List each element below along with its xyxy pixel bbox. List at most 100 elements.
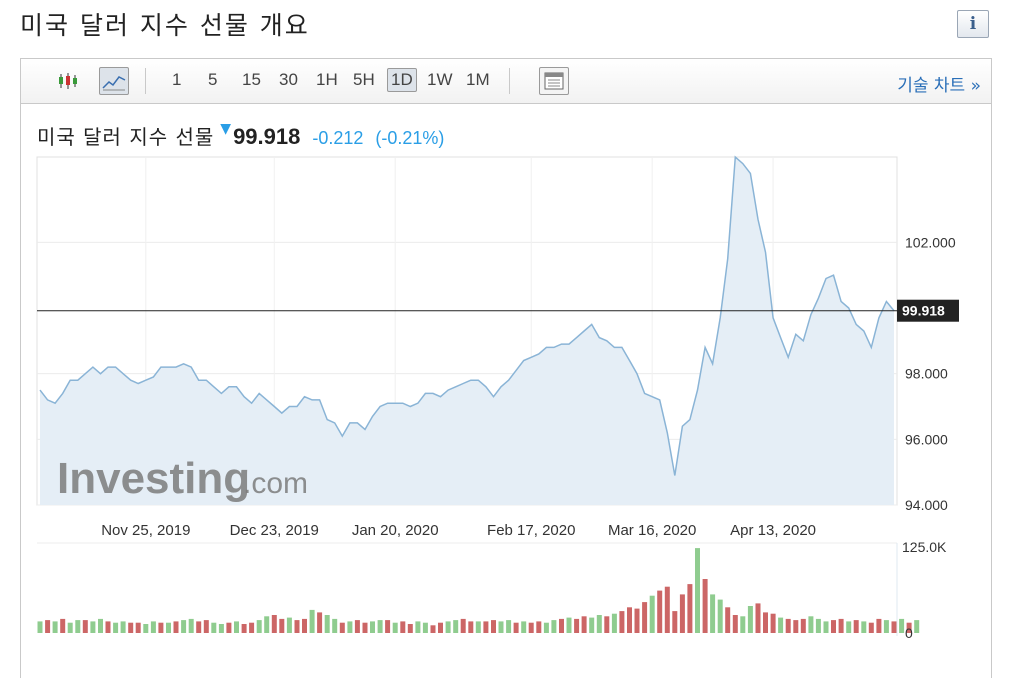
- instrument-name: 미국 달러 지수 선물: [37, 125, 215, 149]
- volume-bar: [98, 618, 103, 633]
- technical-chart-link[interactable]: 기술 차트 »: [897, 71, 981, 96]
- volume-bar: [747, 606, 753, 633]
- volume-bar: [264, 616, 270, 633]
- interval-1d[interactable]: 1D: [387, 68, 417, 92]
- interval-1h[interactable]: 1H: [313, 70, 341, 90]
- interval-30[interactable]: 30: [276, 70, 301, 90]
- volume-bar: [770, 613, 776, 633]
- layout-icon[interactable]: [539, 67, 569, 95]
- volume-bar: [128, 622, 134, 633]
- price-change: -0.212: [312, 128, 364, 148]
- volume-bar: [672, 611, 678, 633]
- interval-1[interactable]: 1: [169, 70, 184, 90]
- volume-bar: [135, 622, 141, 633]
- chart-panel: 1 5 15 30 1H 5H 1D 1W 1M 기술 차트 » 미국 달러 지…: [20, 58, 992, 678]
- page-title: 미국 달러 지수 선물 개요: [20, 11, 310, 40]
- volume-bar: [415, 621, 421, 633]
- current-price-label: 99.918: [902, 303, 945, 319]
- x-tick-label: Nov 25, 2019: [101, 522, 190, 539]
- volume-bar: [445, 621, 451, 633]
- volume-bar: [392, 622, 398, 633]
- volume-bar: [649, 595, 655, 633]
- volume-bar: [732, 615, 738, 633]
- volume-bar: [324, 615, 330, 633]
- interval-5h[interactable]: 5H: [350, 70, 378, 90]
- volume-tick-label: 125.0K: [902, 539, 947, 555]
- candlestick-icon[interactable]: [53, 67, 83, 95]
- interval-5[interactable]: 5: [205, 70, 220, 90]
- volume-bar: [377, 620, 383, 633]
- volume-bar: [725, 607, 731, 633]
- volume-bar: [574, 618, 580, 633]
- info-button[interactable]: i: [957, 10, 989, 38]
- x-tick-label: Mar 16, 2020: [608, 522, 696, 539]
- volume-bar: [702, 579, 708, 633]
- volume-bar: [891, 621, 897, 633]
- volume-bar: [362, 622, 368, 633]
- volume-bar: [551, 620, 557, 633]
- volume-bar: [498, 621, 504, 633]
- volume-bar: [831, 620, 836, 633]
- volume-bar: [521, 621, 527, 633]
- volume-bar: [67, 622, 73, 633]
- volume-bar: [234, 621, 239, 633]
- toolbar-separator: [509, 68, 510, 94]
- volume-bar: [113, 622, 119, 633]
- volume-bar: [400, 621, 406, 633]
- volume-bar: [430, 625, 436, 633]
- volume-bar: [181, 620, 187, 633]
- volume-bar: [468, 621, 474, 633]
- volume-bar: [256, 620, 262, 633]
- volume-bar: [294, 620, 300, 633]
- volume-bar: [815, 618, 821, 633]
- volume-bar: [143, 624, 149, 633]
- volume-bar: [339, 622, 345, 633]
- volume-bar: [604, 616, 610, 633]
- volume-bar: [332, 618, 338, 633]
- toolbar-separator: [145, 68, 146, 94]
- volume-bar: [543, 622, 549, 633]
- volume-bar: [778, 617, 784, 633]
- volume-bar: [105, 621, 111, 633]
- volume-bar: [717, 599, 723, 633]
- volume-bar: [166, 622, 171, 633]
- interval-15[interactable]: 15: [239, 70, 264, 90]
- volume-bar: [596, 615, 602, 633]
- volume-bar: [627, 607, 632, 633]
- volume-bar: [536, 621, 542, 633]
- volume-bar: [286, 617, 292, 633]
- volume-bar: [695, 548, 700, 633]
- volume-bar: [158, 622, 164, 633]
- x-tick-label: Dec 23, 2019: [230, 522, 319, 539]
- y-tick-label: 98.000: [905, 366, 948, 382]
- line-chart-icon[interactable]: [99, 67, 129, 95]
- volume-bar: [302, 618, 307, 633]
- volume-bar: [354, 620, 360, 633]
- watermark-logo-suffix: .com: [243, 467, 308, 500]
- interval-1m[interactable]: 1M: [463, 70, 493, 90]
- volume-bar: [861, 621, 867, 633]
- volume-bar: [45, 620, 51, 633]
- volume-bar: [241, 624, 247, 633]
- volume-bar: [589, 617, 595, 633]
- chart-toolbar: 1 5 15 30 1H 5H 1D 1W 1M 기술 차트 »: [21, 59, 991, 104]
- volume-bar: [60, 618, 66, 633]
- volume-bar: [188, 618, 194, 633]
- price-change-percent: (-0.21%): [375, 128, 445, 148]
- x-tick-label: Jan 20, 2020: [352, 522, 439, 539]
- volume-bar: [823, 621, 829, 633]
- watermark-logo: Investing: [57, 454, 250, 503]
- y-tick-label: 102.000: [905, 234, 956, 250]
- x-tick-label: Apr 13, 2020: [730, 522, 816, 539]
- interval-1w[interactable]: 1W: [424, 70, 456, 90]
- volume-bar: [740, 616, 746, 633]
- volume-bar: [664, 586, 670, 633]
- volume-bar: [483, 621, 489, 633]
- volume-bar: [528, 622, 534, 633]
- volume-bar: [914, 620, 920, 633]
- volume-bar: [793, 620, 799, 633]
- volume-bar: [385, 620, 391, 633]
- volume-bar: [566, 617, 572, 633]
- price-chart[interactable]: 102.000 98.000 96.000 94.000 Nov 25, 2019 Dec…: [21, 155, 991, 675]
- volume-bar: [370, 621, 375, 633]
